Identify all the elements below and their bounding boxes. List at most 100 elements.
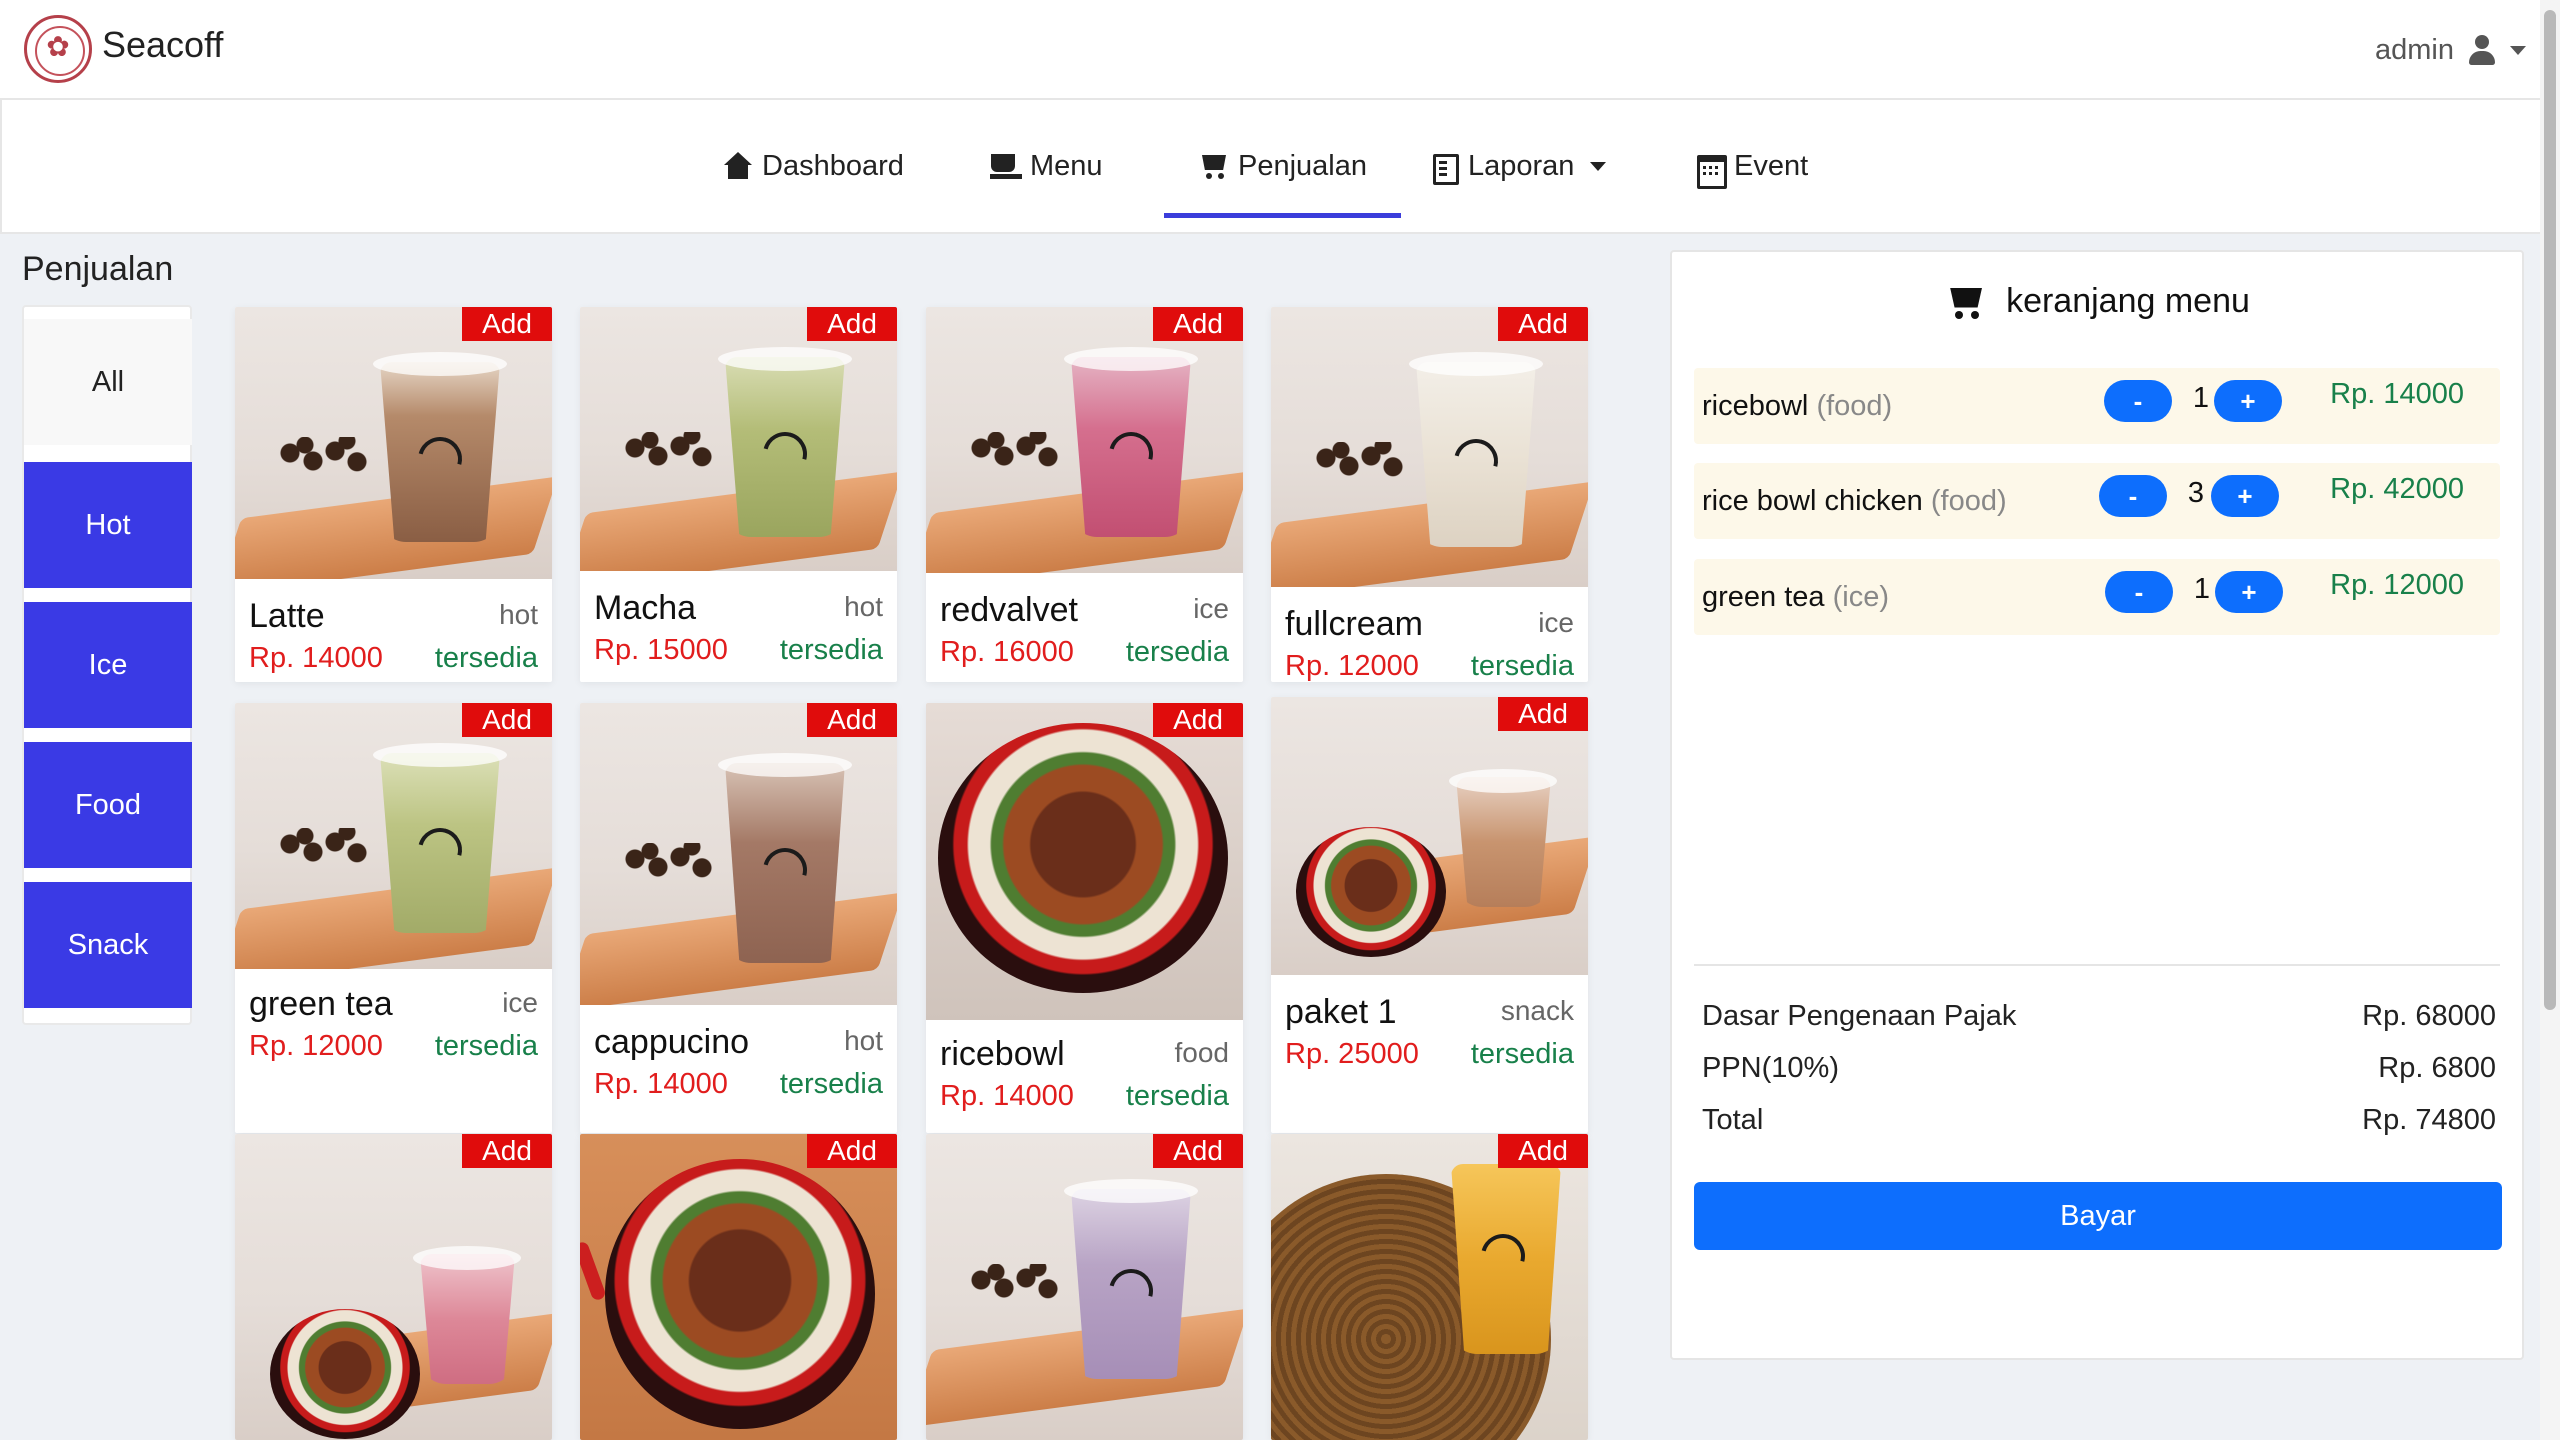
page-scrollbar[interactable] [2540,0,2560,1440]
add-button[interactable]: Add [807,1134,897,1168]
pay-button[interactable]: Bayar [1694,1182,2502,1250]
product-name: Macha [594,589,697,627]
add-button[interactable]: Add [462,307,552,341]
add-button[interactable]: Add [1498,697,1588,731]
cart-item-category: (food) [1816,390,1893,422]
add-button[interactable]: Add [1153,703,1243,737]
product-card[interactable]: Add Latte hot Rp. 14000 tersedia [235,307,552,682]
product-type: ice [1193,593,1229,624]
nav-penjualan[interactable]: Penjualan [1164,100,1401,232]
cart-item-label: green tea (ice) [1702,581,1889,614]
product-price: Rp. 14000 [594,1068,728,1100]
product-name: fullcream [1285,605,1423,643]
product-type: snack [1500,995,1574,1026]
tax-base-row: Dasar Pengenaan Pajak Rp. 68000 [1702,1000,2496,1033]
add-button[interactable]: Add [1498,307,1588,341]
product-stock: tersedia [779,634,883,666]
product-price: Rp. 12000 [1285,650,1419,682]
add-button[interactable]: Add [1153,1134,1243,1168]
cart-item-category: (ice) [1832,581,1889,613]
main-nav: Dashboard Menu Penjualan Laporan Event [0,100,2540,234]
product-name: Latte [249,597,325,635]
cart-icon [1198,152,1230,180]
product-image [926,703,1243,1020]
cart-item-label: rice bowl chicken (food) [1702,485,2007,518]
cart-item: ricebowl (food) - 1 + Rp. 14000 [1694,368,2500,444]
product-card[interactable]: Add cappucino hot Rp. 14000 tersedia [580,703,897,1133]
decrease-button[interactable]: - [2105,571,2173,613]
nav-dashboard[interactable]: Dashboard [722,100,904,232]
coffee-cup-icon [990,152,1022,180]
product-name: green tea [249,985,393,1023]
nav-penjualan-label: Penjualan [1238,149,1367,182]
increase-button[interactable]: + [2214,380,2282,422]
add-button[interactable]: Add [462,703,552,737]
cart-panel: keranjang menu ricebowl (food) - 1 + Rp.… [1670,250,2524,1360]
category-snack[interactable]: Snack [24,882,192,1008]
category-food[interactable]: Food [24,742,192,868]
decrease-button[interactable]: - [2104,380,2172,422]
category-panel: All Hot Ice Food Snack [22,305,192,1025]
brand-name[interactable]: Seacoff [102,24,223,66]
product-image [235,703,552,969]
add-button[interactable]: Add [807,703,897,737]
product-image [235,1134,552,1440]
product-card[interactable]: Add fullcream ice Rp. 12000 tersedia [1271,307,1588,682]
product-image [926,1134,1243,1440]
product-card[interactable]: Add Macha hot Rp. 15000 tersedia [580,307,897,682]
nav-event[interactable]: Event [1694,100,1808,232]
product-card[interactable]: Add [926,1134,1243,1440]
scrollbar-thumb[interactable] [2544,10,2556,1010]
total-row: Total Rp. 74800 [1702,1104,2496,1137]
cart-item-category: (food) [1930,485,2007,517]
increase-button[interactable]: + [2215,571,2283,613]
chevron-down-icon [2510,45,2526,55]
product-card[interactable]: Add green tea ice Rp. 12000 tersedia [235,703,552,1133]
home-icon [722,152,754,180]
product-type: hot [844,591,883,622]
product-stock: tersedia [434,1030,538,1062]
product-image [1271,1134,1588,1440]
product-name: paket 1 [1285,993,1397,1031]
user-menu[interactable]: admin [2375,30,2526,70]
product-image [1271,307,1588,587]
product-type: hot [499,599,538,630]
brand-logo-icon[interactable] [24,15,92,83]
increase-button[interactable]: + [2211,475,2279,517]
nav-laporan-label: Laporan [1468,149,1575,182]
nav-menu[interactable]: Menu [990,100,1103,232]
category-all[interactable]: All [24,319,192,445]
add-button[interactable]: Add [807,307,897,341]
product-name: ricebowl [940,1035,1065,1073]
category-hot[interactable]: Hot [24,462,192,588]
nav-laporan[interactable]: Laporan [1428,100,1607,232]
add-button[interactable]: Add [1153,307,1243,341]
cart-item: green tea (ice) - 1 + Rp. 12000 [1694,559,2500,635]
nav-menu-label: Menu [1030,149,1103,182]
add-button[interactable]: Add [462,1134,552,1168]
product-card[interactable]: Add ricebowl food Rp. 14000 tersedia [926,703,1243,1133]
product-type: food [1174,1037,1230,1068]
product-card[interactable]: Add [1271,1134,1588,1440]
product-type: hot [844,1025,883,1056]
add-button[interactable]: Add [1498,1134,1588,1168]
product-stock: tersedia [1125,1080,1229,1112]
cart-title-label: keranjang menu [2006,282,2250,320]
decrease-button[interactable]: - [2099,475,2167,517]
nav-dashboard-label: Dashboard [762,149,904,182]
product-card[interactable]: Add paket 1 snack Rp. 25000 tersedia [1271,697,1588,1133]
total-label: Total [1702,1104,1764,1136]
ppn-value: Rp. 6800 [2378,1052,2496,1084]
product-type: ice [502,987,538,1018]
category-ice[interactable]: Ice [24,602,192,728]
product-price: Rp. 15000 [594,634,728,666]
cart-item-label: ricebowl (food) [1702,390,1892,423]
cart-item-name: green tea [1702,581,1825,613]
product-card[interactable]: Add redvalvet ice Rp. 16000 tersedia [926,307,1243,682]
product-card[interactable]: Add [580,1134,897,1440]
cart-item-name: ricebowl [1702,390,1809,422]
product-price: Rp. 14000 [249,642,383,674]
top-bar: Seacoff admin [0,0,2540,100]
product-card[interactable]: Add [235,1134,552,1440]
product-price: Rp. 25000 [1285,1038,1419,1070]
